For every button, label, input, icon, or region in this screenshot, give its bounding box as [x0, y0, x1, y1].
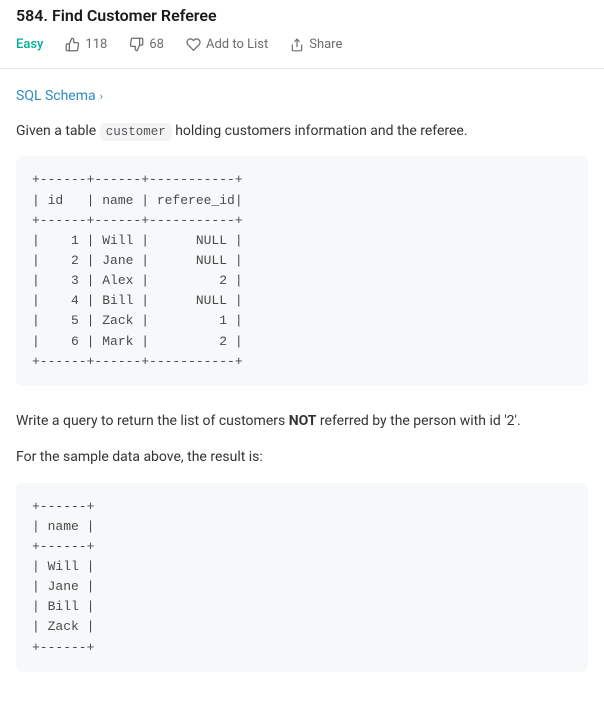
heart-icon: [186, 37, 201, 52]
add-to-list-label: Add to List: [206, 37, 268, 52]
problem-title: 584. Find Customer Referee: [16, 6, 588, 25]
problem-number: 584.: [16, 6, 48, 25]
like-button[interactable]: 118: [65, 37, 107, 52]
intro-paragraph: Given a table customer holding customers…: [16, 120, 588, 142]
share-icon: [290, 38, 304, 52]
customer-table-block: +------+------+-----------+ | id | name …: [16, 156, 588, 385]
divider: [0, 68, 604, 69]
intro-suffix: holding customers information and the re…: [172, 123, 468, 139]
intro-prefix: Given a table: [16, 123, 100, 139]
thumbs-down-icon: [129, 37, 144, 52]
table-name-code: customer: [100, 123, 172, 141]
task-prefix: Write a query to return the list of cust…: [16, 413, 289, 429]
sql-schema-link[interactable]: SQL Schema ›: [16, 88, 103, 104]
share-label: Share: [309, 37, 342, 52]
task-paragraph: Write a query to return the list of cust…: [16, 410, 588, 432]
share-button[interactable]: Share: [290, 37, 342, 52]
thumbs-up-icon: [65, 37, 80, 52]
problem-name: Find Customer Referee: [52, 6, 217, 25]
task-emphasis: NOT: [289, 413, 317, 429]
task-suffix: referred by the person with id '2'.: [316, 413, 520, 429]
sql-schema-label: SQL Schema: [16, 88, 96, 104]
meta-row: Easy 118 68 Add to List Share: [16, 37, 588, 52]
dislike-count: 68: [149, 37, 164, 52]
result-table-block: +------+ | name | +------+ | Will | | Ja…: [16, 483, 588, 672]
difficulty-badge: Easy: [16, 37, 43, 52]
add-to-list-button[interactable]: Add to List: [186, 37, 268, 52]
result-intro: For the sample data above, the result is…: [16, 446, 588, 468]
chevron-right-icon: ›: [100, 90, 103, 103]
like-count: 118: [85, 37, 107, 52]
dislike-button[interactable]: 68: [129, 37, 164, 52]
